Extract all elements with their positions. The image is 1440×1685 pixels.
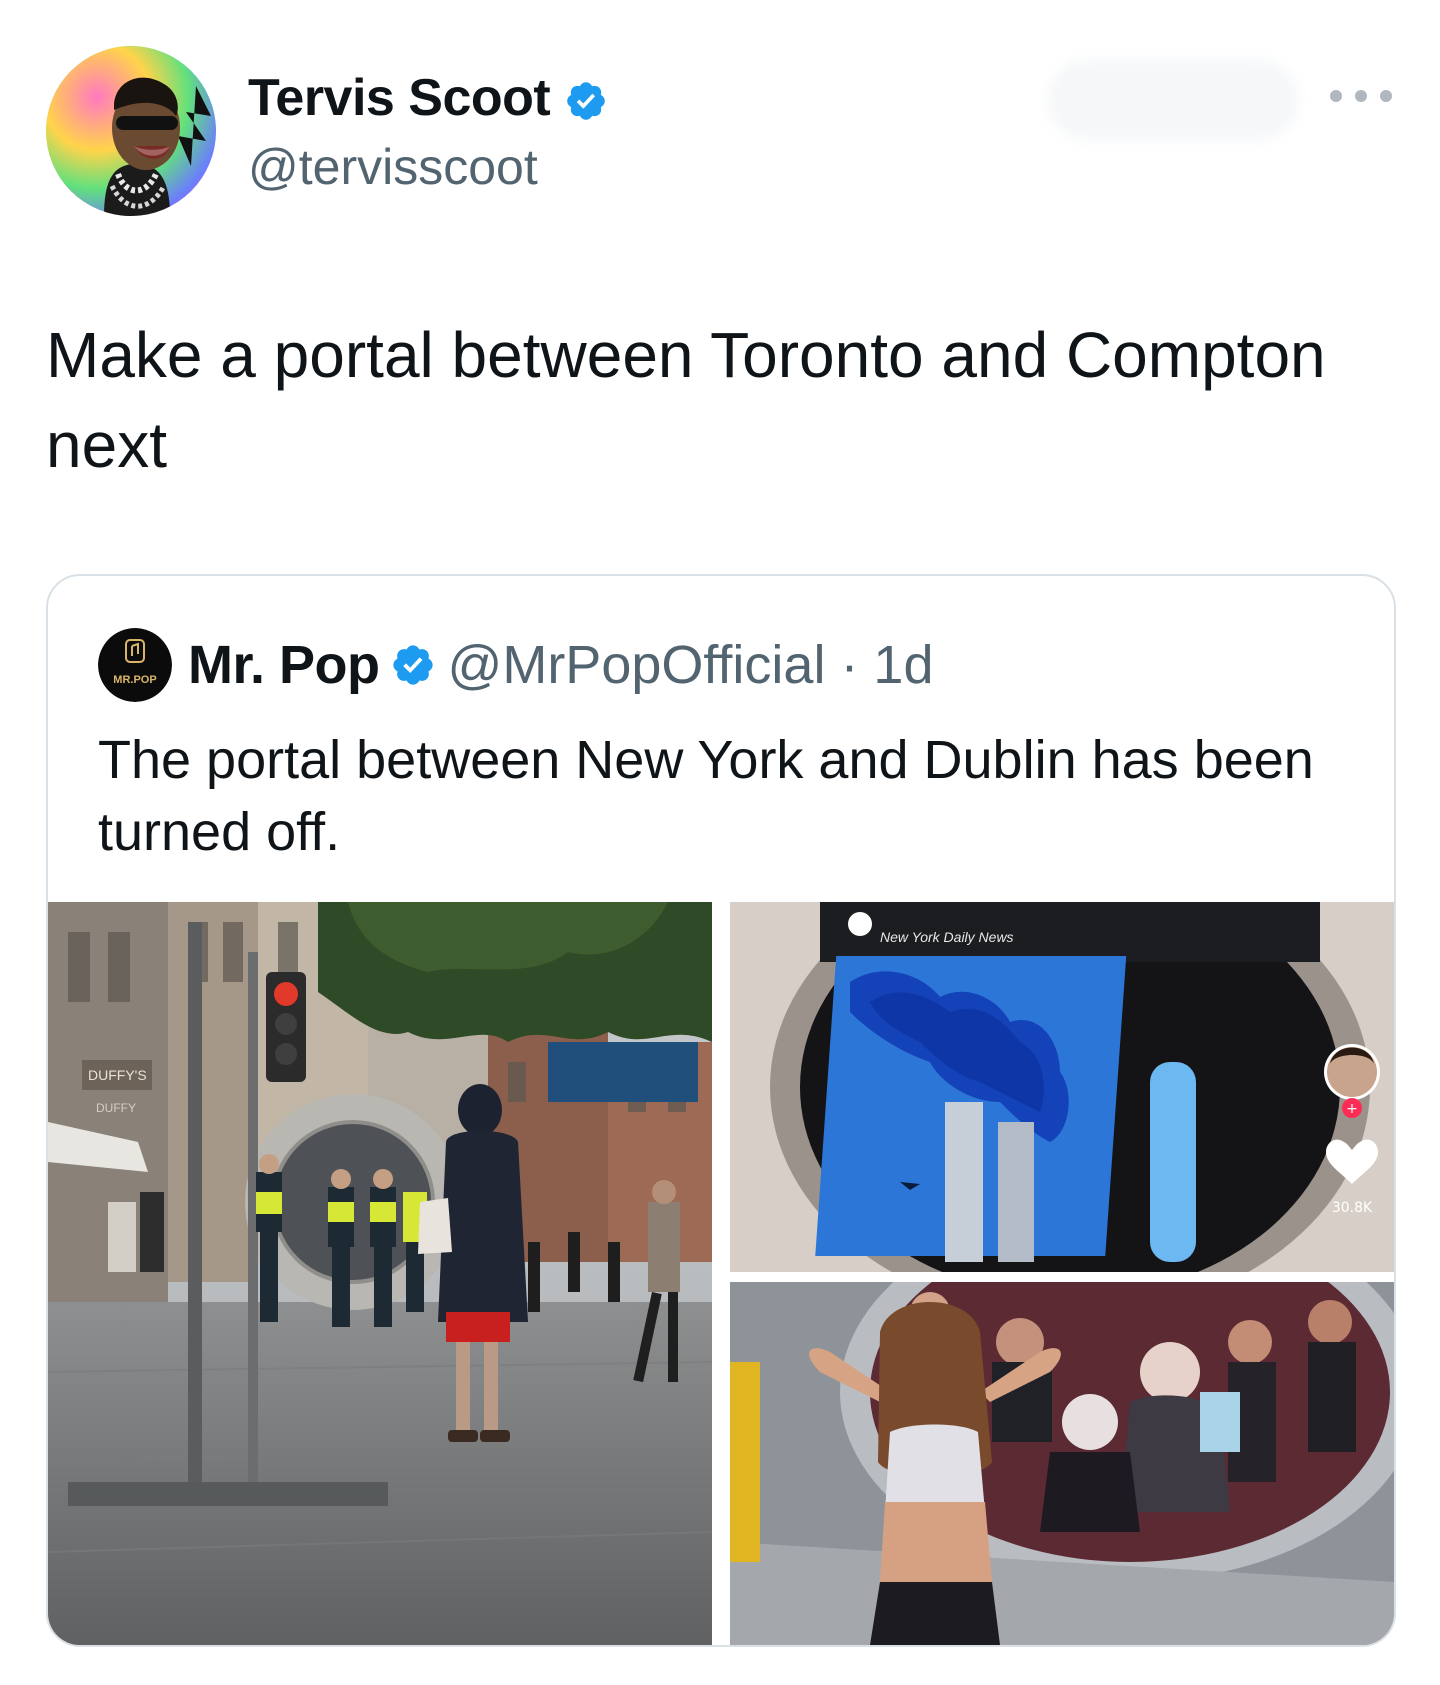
mr-pop-logo-icon: MR.POP (98, 628, 172, 702)
quoted-tweet-text: The portal between New York and Dublin h… (98, 730, 1314, 862)
svg-text:+: + (1346, 1101, 1358, 1117)
author-name-text: Tervis Scoot (248, 69, 551, 127)
portal-video-image: New York Daily News + 30.8K (730, 902, 1394, 1272)
quoted-author-avatar[interactable]: MR.POP (98, 628, 172, 702)
follow-button[interactable] (1048, 60, 1298, 140)
street-scene-image: DUFFY'S DUFFY (48, 902, 712, 1645)
portal-screen-photo[interactable]: New York Daily News + 30.8K (730, 902, 1394, 1272)
shop-sign-sub-text: DUFFY (96, 1101, 136, 1115)
likes-count: 30.8K (1332, 1200, 1373, 1216)
user-avatar-icon (46, 46, 216, 216)
author-avatar[interactable] (46, 46, 216, 216)
mr-pop-logo-text: MR.POP (113, 674, 156, 686)
quoted-tweet-header: MR.POP Mr. Pop @MrPopOfficial · 1d (98, 628, 934, 702)
portal-crowd-image (730, 1282, 1394, 1645)
quoted-author-name[interactable]: Mr. Pop (188, 634, 380, 696)
overlay-text: New York Daily News (880, 929, 1014, 945)
tweet-text: Make a portal between Toronto and Compto… (46, 319, 1326, 481)
dublin-street-photo[interactable]: DUFFY'S DUFFY (48, 902, 712, 1645)
portal-dancer-photo[interactable] (730, 1282, 1394, 1645)
verified-badge-icon (567, 82, 605, 121)
author-handle[interactable]: @tervisscoot (248, 136, 538, 198)
quoted-tweet-card[interactable]: MR.POP Mr. Pop @MrPopOfficial · 1d The p… (46, 574, 1396, 1647)
author-display-name[interactable]: Tervis Scoot (248, 66, 608, 130)
shop-sign-text: DUFFY'S (88, 1067, 147, 1083)
verified-badge-icon (392, 645, 433, 685)
more-horizontal-icon[interactable] (1330, 84, 1392, 108)
quoted-author-handle-time[interactable]: @MrPopOfficial · 1d (448, 634, 934, 696)
media-grid: DUFFY'S DUFFY New York Daily News + 30.8… (48, 902, 1394, 1645)
